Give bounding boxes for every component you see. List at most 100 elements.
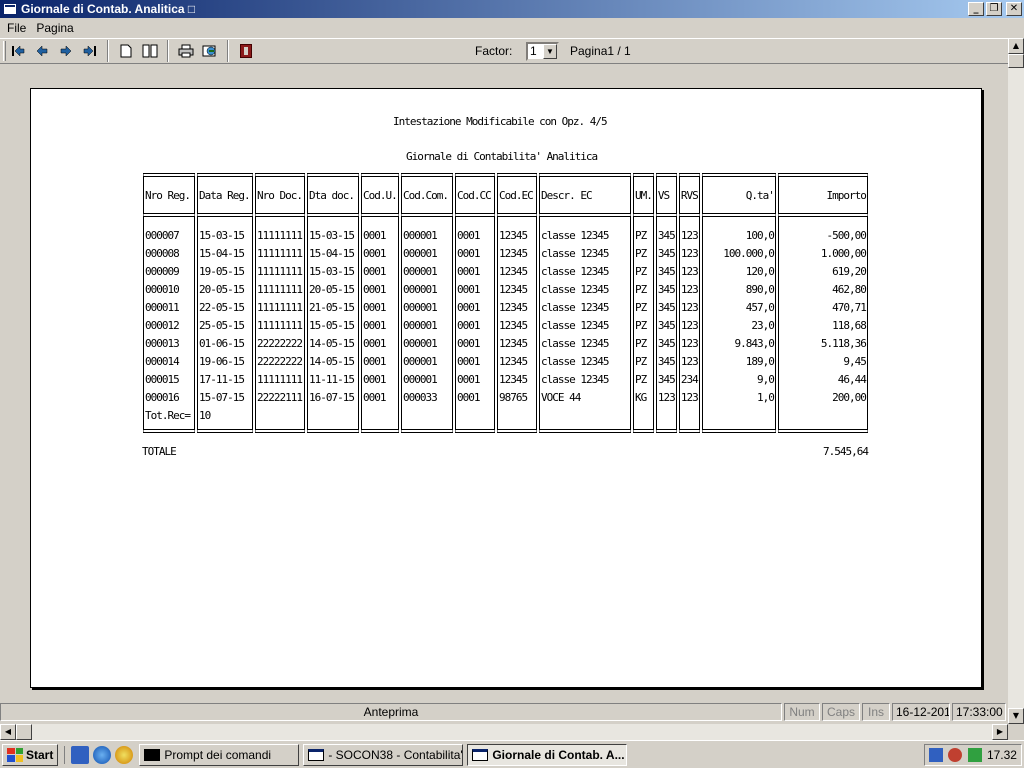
cell-descr-ec: classe 12345 [539,335,631,353]
cell-nro-doc: 11111111 [255,299,305,317]
start-label: Start [26,747,54,762]
horizontal-scroll-thumb[interactable] [16,724,32,740]
cell-importo: 200,00 [777,389,868,407]
next-page-icon[interactable] [54,40,78,62]
cell-nro-doc: 11111111 [255,317,305,335]
scroll-up-icon[interactable]: ▲ [1008,38,1024,54]
task-giornale[interactable]: Giornale di Contab. A... [467,743,628,766]
cell-dta-doc: 21-05-15 [307,299,359,317]
single-page-icon[interactable] [114,40,138,62]
window-title: Giornale di Contab. Analitica □ [21,2,196,16]
toolbar: Factor: 1 ▼ Pagina1 / 1 [0,38,1008,64]
network-icon[interactable] [929,748,943,762]
cell-importo: 462,80 [777,281,868,299]
desktop-icon[interactable] [71,745,90,764]
table-row: 000010 20-05-15 11111111 20-05-15 0001 000001… [143,281,868,299]
two-pages-icon[interactable] [138,40,162,62]
cell-rvs: 123 [678,389,700,407]
table-row: 000009 19-05-15 11111111 15-03-15 0001 000001… [143,263,868,281]
menu-file[interactable]: File [2,21,31,35]
cell-cod-ec: 98765 [497,389,537,407]
restore-button[interactable]: ❐ [986,2,1002,16]
vertical-scrollbar[interactable]: ▲ ▼ [1008,38,1024,724]
cell-cod-u: 0001 [361,317,399,335]
cell-data-reg: 15-04-15 [197,245,253,263]
cell-nro-doc: 11111111 [255,371,305,389]
scroll-down-icon[interactable]: ▼ [1008,708,1024,724]
preview-area: Intestazione Modificabile con Opz. 4/5 G… [0,64,1008,700]
scroll-left-icon[interactable]: ◀ [0,724,16,740]
cell-nro-reg: 000007 [143,217,195,245]
cell-vs: 345 [655,317,677,335]
cell-cod-u: 0001 [361,217,399,245]
table-row: 000013 01-06-15 22222222 14-05-15 0001 000001… [143,335,868,353]
menu-bar: File Pagina [0,18,1024,38]
empty-cell [655,407,677,433]
cell-qta: 100,0 [701,217,776,245]
cell-data-reg: 19-06-15 [197,353,253,371]
cell-qta: 9,0 [701,371,776,389]
first-page-icon[interactable] [6,40,30,62]
factor-select[interactable]: 1 ▼ [526,42,559,61]
report-header: Intestazione Modificabile con Opz. 4/5 [393,115,608,128]
horizontal-scrollbar[interactable]: ◀ ▶ [0,724,1008,740]
cell-importo: 9,45 [777,353,868,371]
windows-logo-icon [7,747,23,762]
cell-nro-doc: 11111111 [255,281,305,299]
cell-nro-doc: 11111111 [255,263,305,281]
cell-nro-doc: 22222111 [255,389,305,407]
last-page-icon[interactable] [78,40,102,62]
cell-cod-cc: 0001 [455,245,495,263]
cell-importo: 46,44 [777,371,868,389]
export-icon[interactable] [198,40,222,62]
minimize-button[interactable]: _ [968,2,984,16]
cell-cod-u: 0001 [361,371,399,389]
cell-descr-ec: classe 12345 [539,317,631,335]
vertical-scroll-thumb[interactable] [1008,54,1024,68]
cell-importo: 619,20 [777,263,868,281]
cell-vs: 345 [655,263,677,281]
print-icon[interactable] [174,40,198,62]
cell-descr-ec: classe 12345 [539,217,631,245]
cell-cod-cc: 0001 [455,317,495,335]
cell-descr-ec: classe 12345 [539,281,631,299]
start-button[interactable]: Start [2,743,59,766]
report-header-row: Nro Reg. Data Reg. Nro Doc. Dta doc. Cod… [143,173,868,217]
cell-um: PZ [633,299,654,317]
cell-cod-u: 0001 [361,245,399,263]
cell-importo: 118,68 [777,317,868,335]
col-qta: Q.ta' [701,173,776,217]
empty-cell [497,407,537,433]
app-icon[interactable] [3,3,17,15]
cell-data-reg: 17-11-15 [197,371,253,389]
task-prompt[interactable]: Prompt dei comandi [139,743,300,766]
menu-pagina[interactable]: Pagina [31,21,78,35]
cell-cod-u: 0001 [361,263,399,281]
empty-cell [633,407,654,433]
exit-door-icon[interactable] [234,40,258,62]
cell-dta-doc: 11-11-15 [307,371,359,389]
cell-rvs: 234 [678,371,700,389]
totale-value: 7.545,64 [823,445,869,458]
chevron-down-icon[interactable]: ▼ [543,44,557,59]
cell-cod-u: 0001 [361,281,399,299]
media-player-icon[interactable] [115,745,134,764]
cell-um: PZ [633,371,654,389]
scroll-right-icon[interactable]: ▶ [992,724,1008,740]
close-button[interactable]: ✕ [1006,2,1022,16]
task-socon[interactable]: - SOCON38 - Contabilita'... [303,743,464,766]
col-cod-cc: Cod.CC [455,173,495,217]
task-label: Prompt dei comandi [164,747,272,762]
quick-launch [64,745,135,764]
internet-explorer-icon[interactable] [93,745,112,764]
security-icon[interactable] [948,748,963,762]
update-icon[interactable] [967,748,982,762]
previous-page-icon[interactable] [30,40,54,62]
cell-nro-reg: 000009 [143,263,195,281]
cell-dta-doc: 15-03-15 [307,263,359,281]
cell-cod-com: 000001 [401,335,453,353]
cell-nro-doc: 11111111 [255,217,305,245]
cell-nro-reg: 000016 [143,389,195,407]
cell-cod-com: 000033 [401,389,453,407]
table-row: 000016 15-07-15 22222111 16-07-15 0001 000033… [143,389,868,407]
